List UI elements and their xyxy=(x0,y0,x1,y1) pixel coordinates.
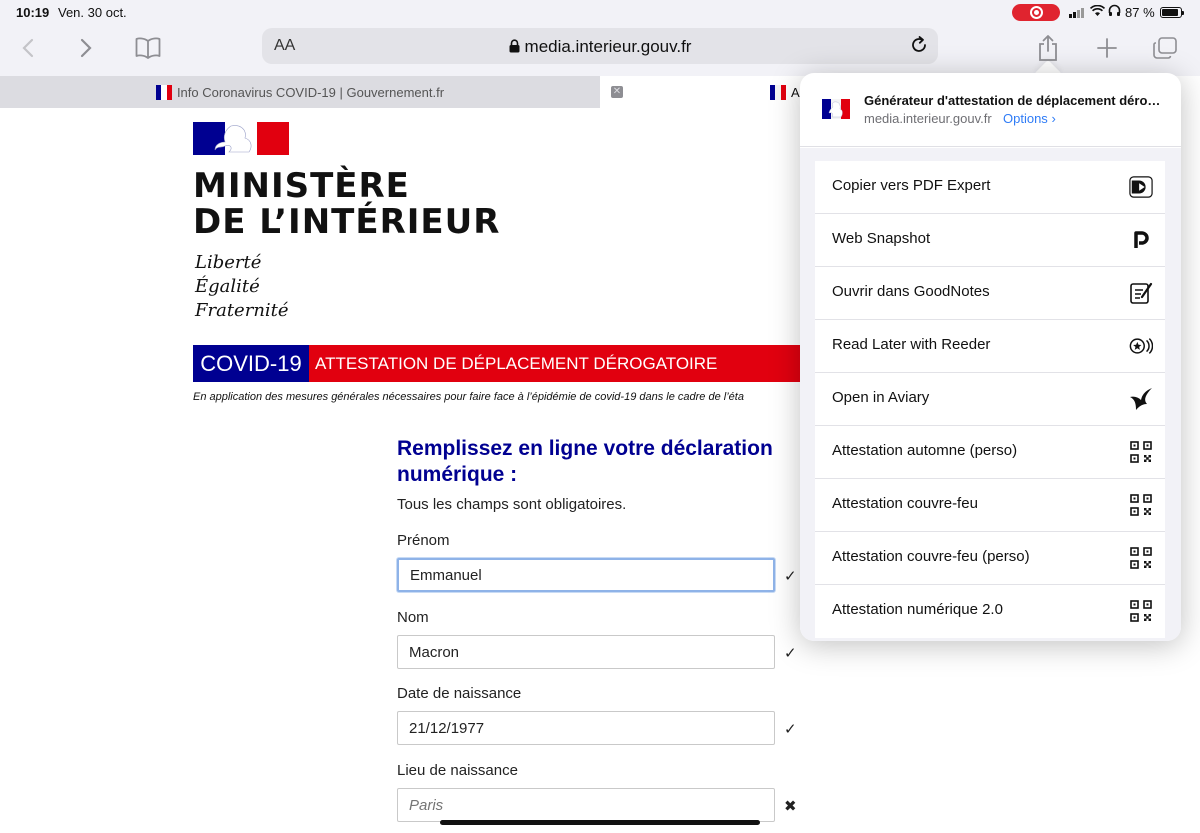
chevron-left-icon xyxy=(22,38,34,58)
action-pdf-expert[interactable]: Copier vers PDF Expert xyxy=(815,161,1165,214)
share-sheet-header: Générateur d'attestation de déplacement … xyxy=(800,73,1181,147)
status-date: Ven. 30 oct. xyxy=(58,5,127,20)
republic-motto: Liberté Égalité Fraternité xyxy=(195,252,289,321)
tab-gouvernement[interactable]: Info Coronavirus COVID-19 | Gouvernement… xyxy=(0,76,600,108)
action-aviary[interactable]: Open in Aviary xyxy=(815,373,1165,426)
options-button[interactable]: Options › xyxy=(1003,111,1056,126)
action-goodnotes[interactable]: Ouvrir dans GoodNotes xyxy=(815,267,1165,320)
reload-icon[interactable] xyxy=(908,34,930,56)
bookmarks-button[interactable] xyxy=(130,32,166,64)
action-reeder[interactable]: Read Later with Reeder xyxy=(815,320,1165,373)
tab-label: A xyxy=(791,84,800,100)
wifi-icon xyxy=(1089,4,1106,20)
battery-icon xyxy=(1160,7,1184,18)
web-snapshot-icon xyxy=(1129,228,1153,252)
tabs-icon xyxy=(1153,37,1177,59)
marianne-favicon-icon xyxy=(155,84,172,100)
address-bar[interactable]: AA media.interieur.gouv.fr xyxy=(262,28,938,64)
share-sheet: Générateur d'attestation de déplacement … xyxy=(800,73,1181,641)
lastname-label: Nom xyxy=(397,609,429,626)
back-button[interactable] xyxy=(10,32,46,64)
chevron-right-icon xyxy=(80,38,92,58)
share-icon xyxy=(1039,35,1057,61)
status-bar: 10:19 Ven. 30 oct. 87 % xyxy=(0,0,1200,24)
form-subtitle: Tous les champs sont obligatoires. xyxy=(397,496,627,513)
action-attestation-couvre-feu[interactable]: Attestation couvre-feu xyxy=(815,479,1165,532)
action-attestation-couvre-feu-perso[interactable]: Attestation couvre-feu (perso) xyxy=(815,532,1165,585)
cellular-signal-icon xyxy=(1069,7,1087,18)
firstname-field[interactable] xyxy=(397,558,775,592)
new-tab-button[interactable] xyxy=(1089,32,1125,64)
birthdate-label: Date de naissance xyxy=(397,685,522,702)
covid-label: COVID-19 xyxy=(193,345,309,382)
firstname-label: Prénom xyxy=(397,532,450,549)
share-button[interactable] xyxy=(1030,32,1066,64)
marianne-favicon-icon xyxy=(770,84,786,100)
battery-percent: 87 % xyxy=(1125,5,1155,20)
birthplace-field[interactable] xyxy=(397,788,775,822)
qr-code-icon xyxy=(1129,440,1153,464)
url-text: media.interieur.gouv.fr xyxy=(524,37,692,56)
reeder-icon xyxy=(1129,334,1153,358)
covid-banner: COVID-19 ATTESTATION DE DÉPLACEMENT DÉRO… xyxy=(193,345,800,382)
birthplace-label: Lieu de naissance xyxy=(397,762,518,779)
tab-label: Info Coronavirus COVID-19 | Gouvernement… xyxy=(176,84,445,100)
aviary-icon xyxy=(1129,387,1153,411)
check-icon: ✓ xyxy=(784,568,797,585)
check-icon: ✓ xyxy=(784,645,797,662)
tab-overview-button[interactable] xyxy=(1147,32,1183,64)
marianne-favicon-icon xyxy=(822,99,850,119)
qr-code-icon xyxy=(1129,546,1153,570)
legal-notice: En application des mesures générales néc… xyxy=(193,391,744,403)
goodnotes-icon xyxy=(1129,281,1153,305)
birthdate-field[interactable] xyxy=(397,711,775,745)
headphones-icon xyxy=(1108,4,1121,20)
error-x-icon: ✖ xyxy=(784,798,797,815)
browser-toolbar: AA media.interieur.gouv.fr xyxy=(0,24,1200,76)
action-attestation-numerique[interactable]: Attestation numérique 2.0 xyxy=(815,585,1165,638)
lastname-field[interactable] xyxy=(397,635,775,669)
close-tab-icon[interactable]: ✕ xyxy=(611,86,623,98)
action-web-snapshot[interactable]: Web Snapshot xyxy=(815,214,1165,267)
url-display[interactable]: media.interieur.gouv.fr xyxy=(262,37,938,57)
marianne-logo xyxy=(193,122,289,155)
attestation-title: ATTESTATION DE DÉPLACEMENT DÉROGATOIRE xyxy=(309,345,800,382)
pdf-expert-icon xyxy=(1129,175,1153,199)
share-sheet-title: Générateur d'attestation de déplacement … xyxy=(864,93,1164,108)
screen-recording-icon[interactable] xyxy=(1012,4,1060,21)
status-time: 10:19 xyxy=(16,5,50,20)
check-icon: ✓ xyxy=(784,721,797,738)
home-indicator[interactable] xyxy=(440,820,760,825)
forward-button[interactable] xyxy=(68,32,104,64)
form-title: Remplissez en ligne votre déclaration nu… xyxy=(397,437,773,486)
action-attestation-automne[interactable]: Attestation automne (perso) xyxy=(815,426,1165,479)
share-sheet-domain: media.interieur.gouv.fr xyxy=(864,111,992,126)
qr-code-icon xyxy=(1129,599,1153,623)
qr-code-icon xyxy=(1129,493,1153,517)
chevron-right-icon: › xyxy=(1051,111,1056,126)
book-icon xyxy=(135,37,161,59)
share-sheet-actions: Copier vers PDF Expert Web Snapshot Ouvr… xyxy=(800,148,1181,641)
ministry-name: MINISTÈRE DE L’INTÉRIEUR xyxy=(193,166,501,242)
lock-icon xyxy=(509,39,520,53)
plus-icon xyxy=(1097,38,1117,58)
